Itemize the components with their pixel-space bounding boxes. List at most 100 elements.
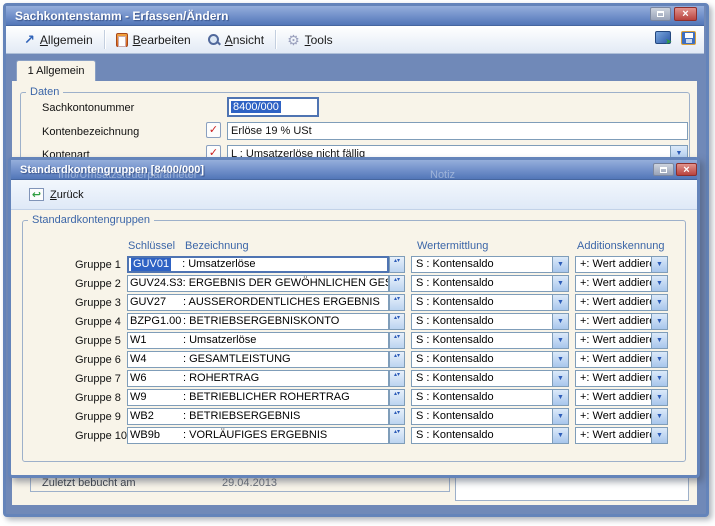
chevron-down-icon[interactable]: ▼ <box>552 276 568 291</box>
tab-allgemein[interactable]: 1 Allgemein <box>16 60 96 82</box>
spinner-icon[interactable]: ▴▾ <box>389 427 405 444</box>
wertermittlung-dropdown[interactable]: S : Kontensaldo ▼ <box>411 256 569 273</box>
spinner-icon[interactable]: ▴▾ <box>389 294 405 311</box>
zurueck-label: Zurück <box>50 189 84 201</box>
chevron-down-icon[interactable]: ▼ <box>552 390 568 405</box>
chevron-down-icon[interactable]: ▼ <box>651 295 667 310</box>
wertermittlung-dropdown[interactable]: S : Kontensaldo ▼ <box>411 408 569 425</box>
schluessel-value: WB2 <box>128 409 183 424</box>
menu-bearbeiten[interactable]: Bearbeiten <box>108 30 199 50</box>
wertermittlung-dropdown[interactable]: S : Kontensaldo ▼ <box>411 389 569 406</box>
schluessel-input[interactable]: WB2 : BETRIEBSERGEBNIS <box>127 408 389 425</box>
schluessel-input[interactable]: GUV27 : AUSSERORDENTLICHES ERGEBNIS <box>127 294 389 311</box>
spinner-icon[interactable]: ▴▾ <box>389 370 405 387</box>
main-menubar: ↗ Allgemein Bearbeiten Ansicht ⚙ Tools <box>6 26 704 54</box>
schluessel-input[interactable]: W6 : ROHERTRAG <box>127 370 389 387</box>
spinner-icon[interactable]: ▴▾ <box>389 408 405 425</box>
sachkontonummer-input[interactable]: 8400/000 <box>227 97 319 117</box>
zuletzt-bebucht-value: 29.04.2013 <box>222 477 277 489</box>
spinner-icon[interactable]: ▴▾ <box>389 313 405 330</box>
kontenbezeichnung-check-button[interactable]: ✓ <box>206 122 221 138</box>
chevron-down-icon[interactable]: ▼ <box>552 257 568 272</box>
chevron-down-icon[interactable]: ▼ <box>651 390 667 405</box>
wertermittlung-dropdown[interactable]: S : Kontensaldo ▼ <box>411 351 569 368</box>
chevron-down-icon[interactable]: ▼ <box>552 295 568 310</box>
schluessel-input[interactable]: W1 : Umsatzerlöse <box>127 332 389 349</box>
chevron-down-icon[interactable]: ▼ <box>552 352 568 367</box>
wertermittlung-value: S : Kontensaldo <box>416 277 494 289</box>
main-close-button[interactable]: × <box>674 7 697 21</box>
additionskennung-value: +: Wert addieren <box>580 315 661 327</box>
spinner-icon[interactable]: ▴▾ <box>389 275 405 292</box>
menu-ansicht[interactable]: Ansicht <box>199 30 272 50</box>
main-restore-button[interactable] <box>650 7 671 21</box>
wertermittlung-dropdown[interactable]: S : Kontensaldo ▼ <box>411 370 569 387</box>
chevron-down-icon[interactable]: ▼ <box>552 371 568 386</box>
chevron-down-icon[interactable]: ▼ <box>651 352 667 367</box>
zurueck-button[interactable]: ↩ Zurück <box>23 186 90 203</box>
wertermittlung-value: S : Kontensaldo <box>416 258 494 270</box>
additionskennung-dropdown[interactable]: +: Wert addieren ▼ <box>575 294 668 311</box>
chevron-down-icon[interactable]: ▼ <box>552 409 568 424</box>
additionskennung-dropdown[interactable]: +: Wert addieren ▼ <box>575 256 668 273</box>
additionskennung-dropdown[interactable]: +: Wert addieren ▼ <box>575 332 668 349</box>
chevron-down-icon[interactable]: ▼ <box>651 428 667 443</box>
chevron-down-icon[interactable]: ▼ <box>552 428 568 443</box>
dialog-close-button[interactable]: × <box>676 163 697 176</box>
additionskennung-dropdown[interactable]: +: Wert addieren ▼ <box>575 389 668 406</box>
bezeichnung-value: : BETRIEBSERGEBNIS <box>183 409 300 424</box>
additionskennung-value: +: Wert addieren <box>580 258 661 270</box>
schluessel-input[interactable]: W4 : GESAMTLEISTUNG <box>127 351 389 368</box>
sachkontonummer-label: Sachkontonummer <box>42 102 134 114</box>
spinner-icon[interactable]: ▴▾ <box>389 389 405 406</box>
book-export-icon[interactable] <box>655 31 671 44</box>
chevron-down-icon[interactable]: ▼ <box>651 257 667 272</box>
main-titlebar[interactable]: Sachkontenstamm - Erfassen/Ändern <box>6 6 704 26</box>
chevron-down-icon[interactable]: ▼ <box>651 371 667 386</box>
save-icon[interactable] <box>681 31 696 45</box>
additionskennung-dropdown[interactable]: +: Wert addieren ▼ <box>575 275 668 292</box>
additionskennung-value: +: Wert addieren <box>580 277 661 289</box>
chevron-down-icon[interactable]: ▼ <box>651 276 667 291</box>
spinner-icon[interactable]: ▴▾ <box>389 332 405 349</box>
spinner-icon[interactable]: ▴▾ <box>389 351 405 368</box>
wertermittlung-dropdown[interactable]: S : Kontensaldo ▼ <box>411 427 569 444</box>
schluessel-value: GUV24.S3 <box>128 276 183 291</box>
restore-icon <box>657 11 664 17</box>
wertermittlung-dropdown[interactable]: S : Kontensaldo ▼ <box>411 313 569 330</box>
daten-group-label: Daten <box>26 86 63 98</box>
menu-allgemein[interactable]: ↗ Allgemein <box>16 30 101 50</box>
kontenbezeichnung-input[interactable]: Erlöse 19 % USt <box>227 122 688 140</box>
schluessel-input[interactable]: WB9b : VORLÄUFIGES ERGEBNIS <box>127 427 389 444</box>
schluessel-input[interactable]: W9 : BETRIEBLICHER ROHERTRAG <box>127 389 389 406</box>
additionskennung-value: +: Wert addieren <box>580 372 661 384</box>
dialog-restore-button[interactable] <box>653 163 674 176</box>
wertermittlung-dropdown[interactable]: S : Kontensaldo ▼ <box>411 275 569 292</box>
schluessel-value: WB9b <box>128 428 183 443</box>
chevron-down-icon[interactable]: ▼ <box>651 409 667 424</box>
gruppe-label: Gruppe 2 <box>75 278 127 290</box>
schluessel-input[interactable]: GUV24.S3 : ERGEBNIS DER GEWÖHNLICHEN GES <box>127 275 389 292</box>
menu-allgemein-label: Allgemein <box>40 33 93 47</box>
wertermittlung-dropdown[interactable]: S : Kontensaldo ▼ <box>411 332 569 349</box>
chevron-down-icon[interactable]: ▼ <box>651 333 667 348</box>
additionskennung-dropdown[interactable]: +: Wert addieren ▼ <box>575 427 668 444</box>
spinner-icon[interactable]: ▴▾ <box>389 256 405 273</box>
table-row: Gruppe 7 W6 : ROHERTRAG ▴▾ S : Kontensal… <box>0 370 715 387</box>
bezeichnung-value: : Umsatzerlöse <box>171 258 255 271</box>
main-window-title: Sachkontenstamm - Erfassen/Ändern <box>15 9 228 23</box>
additionskennung-dropdown[interactable]: +: Wert addieren ▼ <box>575 370 668 387</box>
additionskennung-dropdown[interactable]: +: Wert addieren ▼ <box>575 351 668 368</box>
schluessel-input[interactable]: BZPG1.00 : BETRIEBSERGEBNISKONTO <box>127 313 389 330</box>
wertermittlung-dropdown[interactable]: S : Kontensaldo ▼ <box>411 294 569 311</box>
sachkontonummer-value: 8400/000 <box>231 101 281 113</box>
wertermittlung-value: S : Kontensaldo <box>416 315 494 327</box>
additionskennung-dropdown[interactable]: +: Wert addieren ▼ <box>575 408 668 425</box>
chevron-down-icon[interactable]: ▼ <box>651 314 667 329</box>
additionskennung-dropdown[interactable]: +: Wert addieren ▼ <box>575 313 668 330</box>
chevron-down-icon[interactable]: ▼ <box>552 314 568 329</box>
chevron-down-icon[interactable]: ▼ <box>552 333 568 348</box>
schluessel-input[interactable]: GUV01 : Umsatzerlöse <box>127 256 389 273</box>
wertermittlung-value: S : Kontensaldo <box>416 296 494 308</box>
menu-tools[interactable]: ⚙ Tools <box>279 30 341 50</box>
